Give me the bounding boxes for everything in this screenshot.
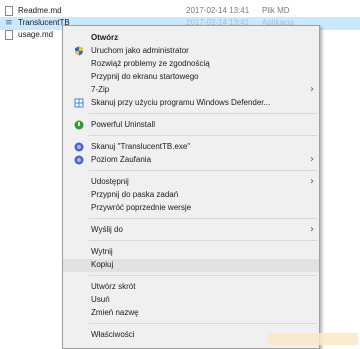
file-type: Plik MD xyxy=(262,6,290,15)
menu-item-label: Utwórz skrót xyxy=(91,282,136,291)
menu-item-label: Usuń xyxy=(91,295,110,304)
menu-item-label: Kopiuj xyxy=(91,260,114,269)
menu-item-label: 7-Zip xyxy=(91,85,110,94)
menu-separator xyxy=(89,275,317,276)
menu-item-label: Przywróć poprzednie wersje xyxy=(91,203,192,212)
menu-separator xyxy=(89,170,317,171)
menu-item-label: Udostępnij xyxy=(91,177,129,186)
menu-item-label: Przypnij do paska zadań xyxy=(91,190,179,199)
uac-shield-icon xyxy=(75,46,83,56)
menu-item-copy[interactable]: Kopiuj xyxy=(63,259,319,272)
menu-item-label: Otwórz xyxy=(91,33,119,42)
menu-item-scan-file[interactable]: Skanuj "TranslucentTB.exe" xyxy=(63,141,319,154)
menu-item-share[interactable]: Udostępnij › xyxy=(63,176,319,189)
menu-item-rename[interactable]: Zmień nazwę xyxy=(63,307,319,320)
menu-item-restore-versions[interactable]: Przywróć poprzednie wersje xyxy=(63,202,319,215)
menu-item-defender[interactable]: Skanuj przy użyciu programu Windows Defe… xyxy=(63,97,319,110)
chevron-right-icon: › xyxy=(310,176,314,187)
menu-item-label: Poziom Zaufania xyxy=(91,155,152,164)
menu-item-7zip[interactable]: 7-Zip › xyxy=(63,84,319,97)
menu-item-label: Uruchom jako administrator xyxy=(91,46,189,55)
windows-defender-icon xyxy=(74,98,84,108)
menu-item-label: Wytnij xyxy=(91,247,113,256)
chevron-right-icon: › xyxy=(310,224,314,235)
menu-item-label: Powerful Uninstall xyxy=(91,120,156,129)
menu-separator xyxy=(89,113,317,114)
menu-item-label: Wyślij do xyxy=(91,225,123,234)
menu-item-pin-start[interactable]: Przypnij do ekranu startowego xyxy=(63,71,319,84)
menu-item-label: Rozwiąż problemy ze zgodnością xyxy=(91,59,210,68)
menu-item-label: Przypnij do ekranu startowego xyxy=(91,72,199,81)
menu-item-troubleshoot[interactable]: Rozwiąż problemy ze zgodnością xyxy=(63,58,319,71)
chevron-right-icon: › xyxy=(310,84,314,95)
trust-level-icon xyxy=(74,155,84,165)
menu-item-label: Skanuj "TranslucentTB.exe" xyxy=(91,142,191,151)
menu-item-pin-taskbar[interactable]: Przypnij do paska zadań xyxy=(63,189,319,202)
menu-item-label: Zmień nazwę xyxy=(91,308,139,317)
document-icon xyxy=(5,6,13,16)
menu-item-label: Skanuj przy użyciu programu Windows Defe… xyxy=(91,98,271,107)
chevron-right-icon: › xyxy=(310,154,314,165)
menu-item-send-to[interactable]: Wyślij do › xyxy=(63,224,319,237)
file-name: usage.md xyxy=(18,30,54,39)
context-menu: Otwórz Uruchom jako administrator Rozwią… xyxy=(62,25,320,349)
menu-item-delete[interactable]: Usuń xyxy=(63,294,319,307)
menu-item-label: Właściwości xyxy=(91,330,135,339)
menu-item-create-shortcut[interactable]: Utwórz skrót xyxy=(63,281,319,294)
watermark-logo xyxy=(268,333,358,345)
menu-item-cut[interactable]: Wytnij xyxy=(63,246,319,259)
menu-separator xyxy=(89,135,317,136)
menu-separator xyxy=(89,323,317,324)
file-date: 2017-02-14 13:41 xyxy=(186,6,250,15)
menu-item-trust-level[interactable]: Poziom Zaufania › xyxy=(63,154,319,167)
application-icon: ≡ xyxy=(5,18,13,28)
menu-separator xyxy=(89,240,317,241)
powerful-uninstall-icon xyxy=(74,120,84,130)
menu-item-powerful-uninstall[interactable]: Powerful Uninstall xyxy=(63,119,319,132)
menu-separator xyxy=(89,218,317,219)
antivirus-scan-icon xyxy=(74,142,84,152)
menu-item-open[interactable]: Otwórz xyxy=(63,32,319,45)
file-name: Readme.md xyxy=(18,6,62,15)
menu-item-run-as-admin[interactable]: Uruchom jako administrator xyxy=(63,45,319,58)
document-icon xyxy=(5,30,13,40)
